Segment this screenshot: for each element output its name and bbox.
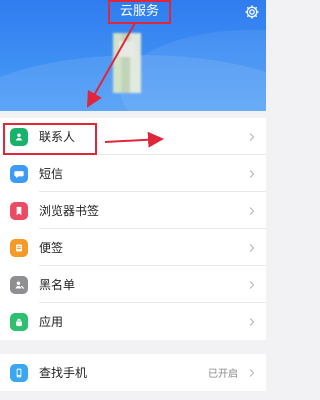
- page-title: 云服务: [108, 0, 171, 24]
- chevron-right-icon: [249, 132, 255, 141]
- list-item-blacklist[interactable]: 黑名单: [0, 266, 266, 303]
- list-item-find-phone[interactable]: 查找手机 已开启: [0, 354, 266, 391]
- list-item-label: 短信: [39, 167, 64, 181]
- header: 云服务: [0, 0, 266, 111]
- blacklist-icon: [10, 275, 28, 294]
- list-item-bookmarks[interactable]: 浏览器书签: [0, 192, 266, 229]
- chevron-right-icon: [249, 206, 255, 215]
- status-text: 已开启: [208, 369, 238, 380]
- bookmark-icon: [10, 201, 28, 220]
- list-item-label: 便签: [39, 241, 64, 255]
- list-item-apps[interactable]: 应用: [0, 303, 266, 340]
- chevron-right-icon: [249, 280, 255, 289]
- list-item-label: 黑名单: [39, 278, 76, 292]
- list-item-messages[interactable]: 短信: [0, 155, 266, 192]
- avatar[interactable]: [113, 33, 141, 93]
- annotation-highlight-box: [3, 123, 97, 155]
- list-item-notes[interactable]: 便签: [0, 229, 266, 266]
- chevron-right-icon: [249, 243, 255, 252]
- phone-icon: [10, 363, 28, 382]
- chevron-right-icon: [249, 368, 255, 377]
- list-item-label: 浏览器书签: [39, 204, 100, 218]
- note-icon: [10, 238, 28, 257]
- android-icon: [10, 312, 28, 331]
- message-icon: [10, 164, 28, 183]
- list-item-label: 应用: [39, 315, 64, 329]
- gear-icon[interactable]: [244, 4, 260, 20]
- chevron-right-icon: [249, 169, 255, 178]
- header-wave: [120, 30, 266, 111]
- page-title-text: 云服务: [119, 4, 159, 19]
- find-phone-section: 查找手机 已开启: [0, 354, 266, 391]
- chevron-right-icon: [249, 317, 255, 326]
- list-item-label: 查找手机: [39, 366, 88, 380]
